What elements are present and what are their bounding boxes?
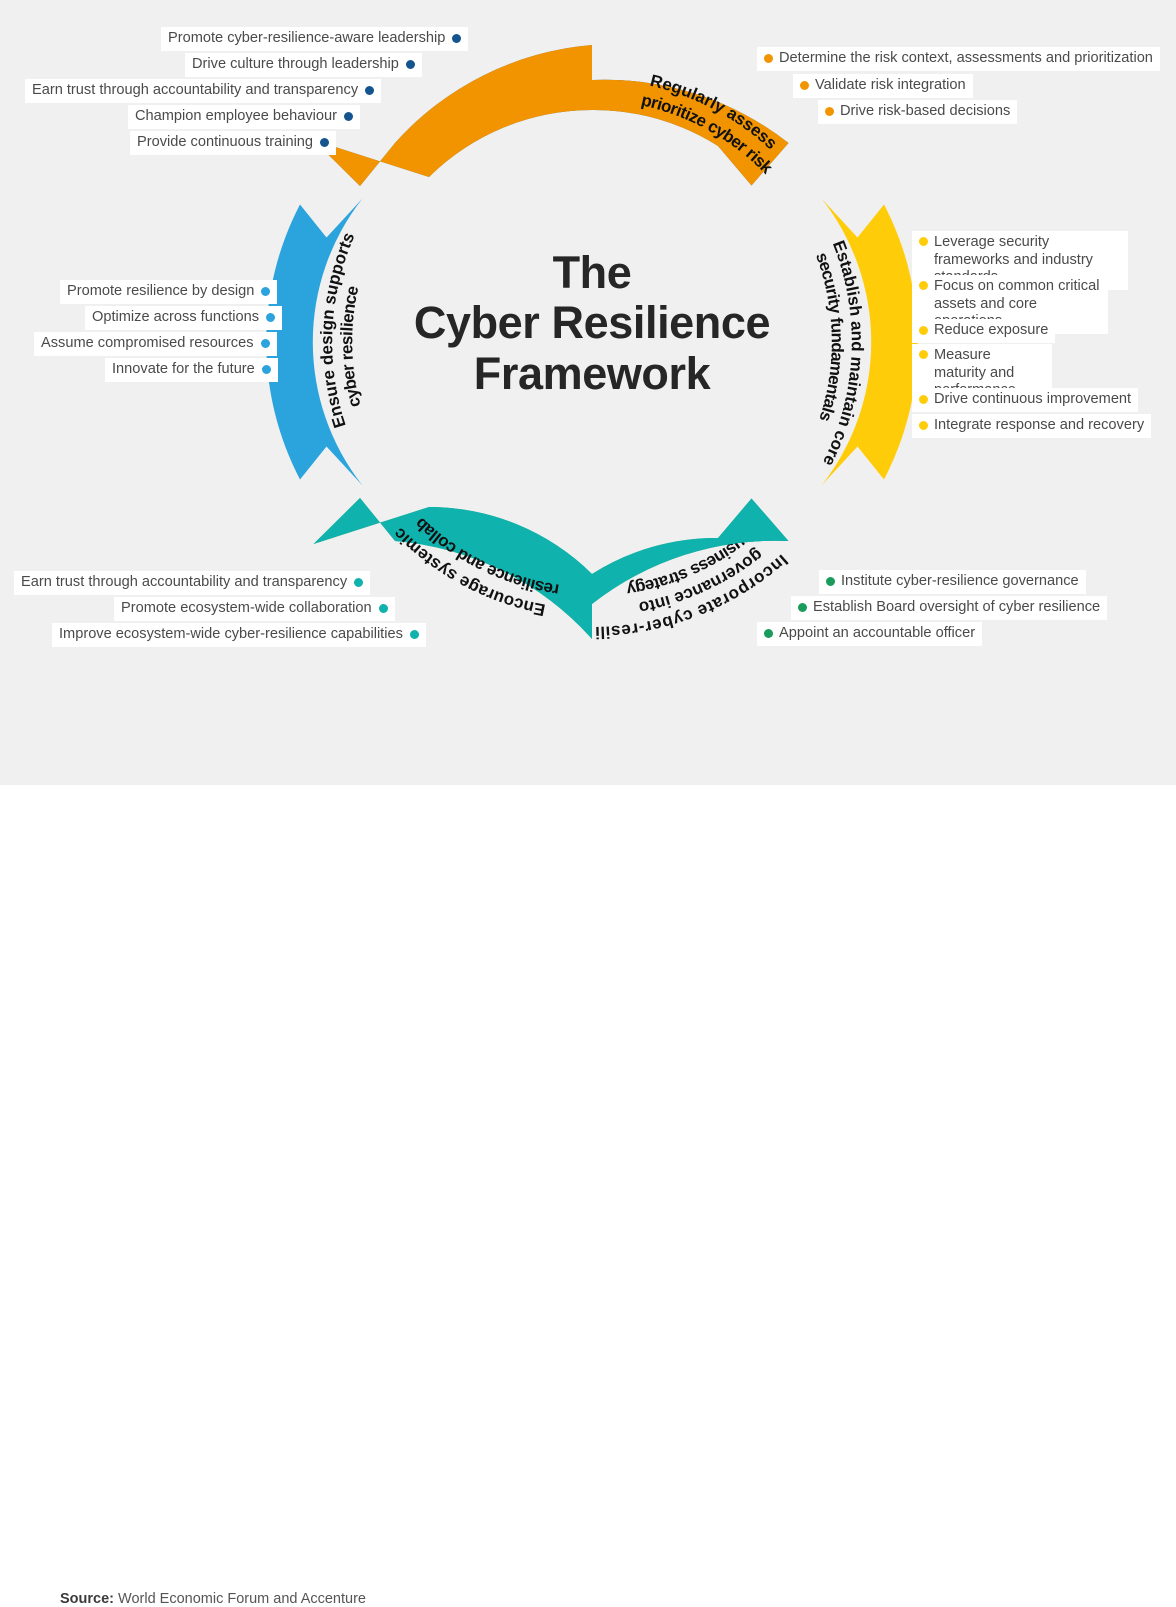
bullet-item[interactable]: Earn trust through accountability and tr… bbox=[25, 79, 382, 103]
bullet-item[interactable]: Institute cyber-resilience governance bbox=[819, 570, 1086, 594]
bullet-dot bbox=[826, 577, 835, 587]
page-title: The Cyber Resilience Framework bbox=[392, 247, 792, 399]
bullet-dot bbox=[261, 287, 271, 297]
bullet-dot bbox=[919, 350, 928, 359]
bullet-dot bbox=[266, 313, 276, 323]
bullet-item[interactable]: Optimize across functions bbox=[85, 306, 283, 330]
bullet-item[interactable]: Appoint an accountable officer bbox=[757, 622, 983, 646]
bullet-dot bbox=[344, 112, 354, 122]
segment-design-supports-resilience[interactable]: Ensure design supports cyber resilience bbox=[266, 198, 365, 486]
bullet-dot bbox=[919, 326, 928, 336]
bullet-dot bbox=[919, 237, 928, 246]
bullet-item[interactable]: Determine the risk context, assessments … bbox=[757, 47, 1160, 71]
bullet-item[interactable]: Provide continuous training bbox=[130, 131, 337, 155]
bullet-dot bbox=[405, 60, 415, 70]
bullet-item[interactable]: Drive risk-based decisions bbox=[818, 100, 1018, 124]
bullet-dot bbox=[452, 34, 462, 44]
bullet-item[interactable]: Drive continuous improvement bbox=[912, 388, 1139, 412]
bullet-dot bbox=[261, 365, 271, 375]
bullet-dot bbox=[365, 86, 375, 96]
bullet-dot bbox=[260, 339, 270, 349]
segment-security-fundamentals[interactable]: Establish and maintain core security fun… bbox=[812, 198, 918, 486]
source-line: Source: World Economic Forum and Accentu… bbox=[60, 1591, 366, 1607]
bullet-item[interactable]: Innovate for the future bbox=[105, 358, 278, 382]
bullet-dot bbox=[354, 578, 364, 588]
bullet-dot bbox=[919, 395, 928, 405]
source-text: World Economic Forum and Accenture bbox=[114, 1591, 366, 1607]
bullet-dot bbox=[798, 603, 807, 613]
footer: Source: World Economic Forum and Accentu… bbox=[0, 785, 1176, 1607]
bullet-dot bbox=[764, 629, 773, 639]
bullet-item[interactable]: Reduce exposure bbox=[912, 319, 1056, 343]
bullet-dot bbox=[764, 54, 773, 64]
title-line-2: Cyber Resilience bbox=[413, 297, 771, 349]
bullet-dot bbox=[320, 138, 330, 148]
bullet-item[interactable]: Champion employee behaviour bbox=[128, 105, 361, 129]
title-line-3: Framework bbox=[473, 347, 711, 399]
bullet-item[interactable]: Earn trust through accountability and tr… bbox=[14, 571, 371, 595]
bullet-dot bbox=[409, 630, 419, 640]
bullet-dot bbox=[378, 604, 388, 614]
source-label: Source: bbox=[60, 1591, 114, 1607]
bullet-item[interactable]: Establish Board oversight of cyber resil… bbox=[791, 596, 1108, 620]
bullet-dot bbox=[800, 81, 809, 91]
bullet-dot bbox=[919, 421, 928, 431]
bullet-item[interactable]: Integrate response and recovery bbox=[912, 414, 1152, 438]
bullet-item[interactable]: Improve ecosystem-wide cyber-resilience … bbox=[52, 623, 426, 647]
infographic-canvas: Cultivate a culture of resilience Regula… bbox=[0, 0, 1176, 1607]
segment-label-design-supports-resilience-line2: cyber resilience bbox=[337, 284, 364, 409]
bullet-dot bbox=[919, 281, 928, 290]
bullet-item[interactable]: Assume compromised resources bbox=[34, 332, 277, 356]
title-line-1: The bbox=[552, 247, 632, 298]
bullet-dot bbox=[825, 107, 834, 117]
bullet-item[interactable]: Promote ecosystem-wide collaboration bbox=[114, 597, 395, 621]
bullet-item[interactable]: Drive culture through leadership bbox=[185, 53, 422, 77]
bullet-item[interactable]: Promote cyber-resilience-aware leadershi… bbox=[161, 27, 469, 51]
bullet-item[interactable]: Validate risk integration bbox=[793, 74, 973, 98]
bullet-item[interactable]: Promote resilience by design bbox=[60, 280, 278, 304]
